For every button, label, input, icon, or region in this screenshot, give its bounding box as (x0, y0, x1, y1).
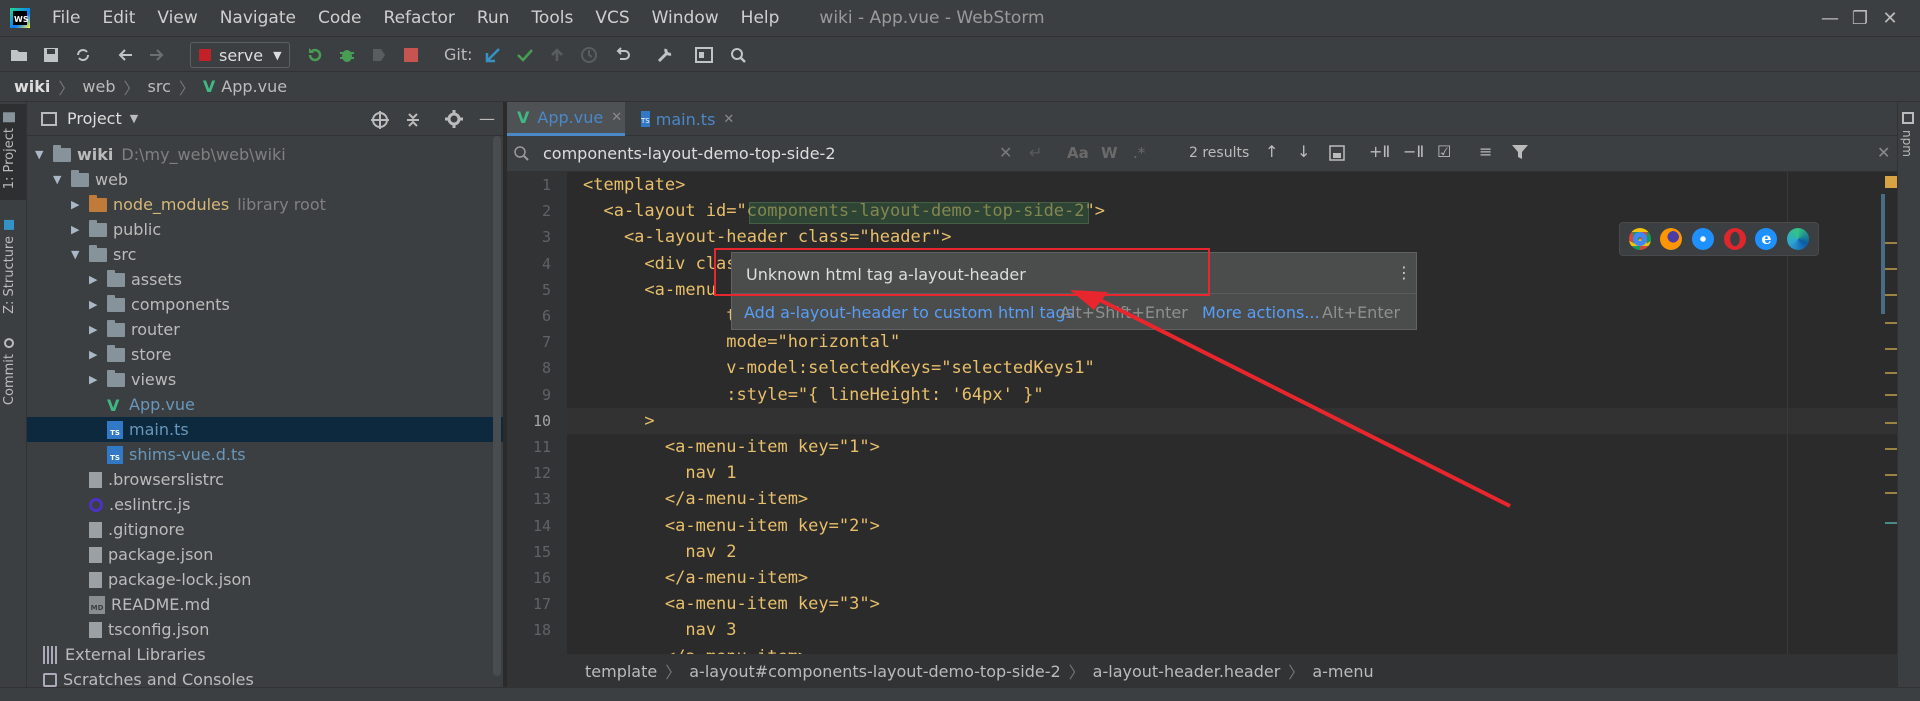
chevron-right-icon: 〉 (665, 663, 682, 682)
chevron-right-icon: 〉 (1068, 663, 1085, 682)
crumb-a-menu[interactable]: a-menu (1312, 662, 1373, 681)
tool-tab-npm[interactable]: npm (1900, 130, 1914, 157)
crumb-a-layout-header[interactable]: a-layout-header.header (1093, 662, 1281, 681)
chevron-right-icon: 〉 (1288, 663, 1305, 682)
editor-breadcrumbs: template 〉 a-layout#components-layout-dem… (507, 654, 1897, 687)
status-bar (0, 687, 1920, 701)
annotation-arrow (1070, 290, 1511, 508)
crumb-a-layout[interactable]: a-layout#components-layout-demo-top-side… (689, 662, 1060, 681)
right-tool-stripe: npm (1897, 102, 1920, 687)
npm-icon (1902, 112, 1914, 124)
crumb-template[interactable]: template (585, 662, 657, 681)
